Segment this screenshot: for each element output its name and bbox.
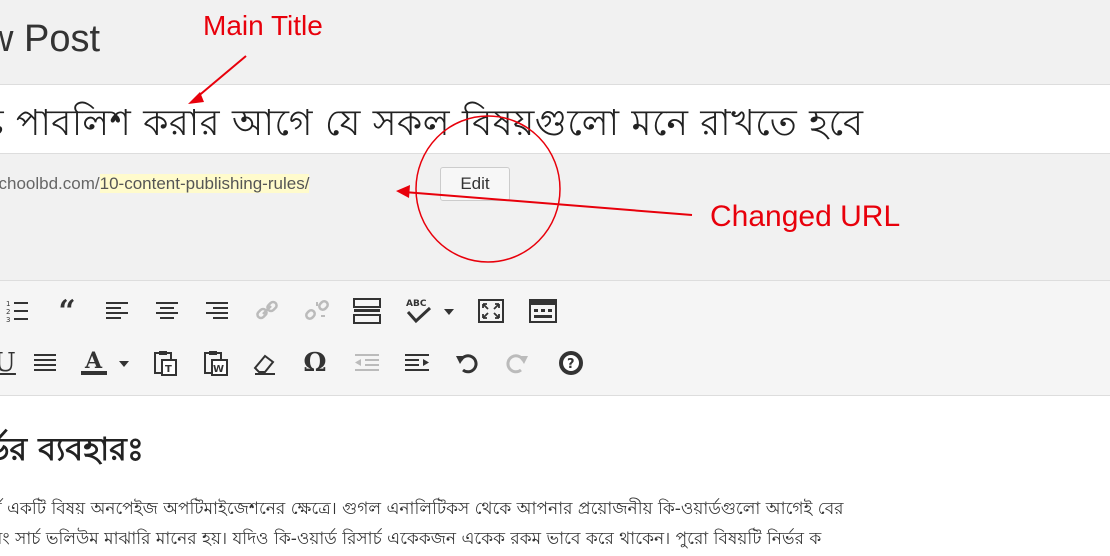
fullscreen-icon[interactable] [472, 291, 510, 331]
svg-text:?: ? [567, 357, 575, 372]
align-left-icon[interactable] [98, 291, 136, 331]
paste-word-icon[interactable]: W [196, 343, 234, 383]
svg-text:T: T [165, 364, 172, 375]
align-center-icon[interactable] [148, 291, 186, 331]
svg-text:ABC: ABC [406, 299, 427, 309]
help-icon[interactable]: ? [552, 343, 590, 383]
svg-text:3: 3 [6, 316, 10, 324]
remove-link-icon[interactable] [298, 291, 336, 331]
permalink: schoolbd.com/10-content-publishing-rules… [0, 174, 310, 194]
blockquote-icon[interactable]: “ [48, 291, 86, 331]
toolbar-toggle-icon[interactable] [524, 291, 562, 331]
page-title: w Post [0, 18, 101, 60]
undo-icon[interactable] [448, 343, 486, 383]
svg-text:1: 1 [6, 300, 10, 308]
edit-permalink-button[interactable]: Edit [440, 167, 510, 201]
align-right-icon[interactable] [198, 291, 236, 331]
justify-icon[interactable] [26, 343, 64, 383]
underline-icon[interactable]: U [0, 343, 24, 383]
changed-url-annotation: Changed URL [710, 200, 901, 233]
indent-icon[interactable] [398, 343, 436, 383]
svg-text:A: A [84, 348, 103, 374]
changed-url-arrowhead [396, 185, 410, 198]
outdent-icon[interactable] [348, 343, 386, 383]
spellcheck-icon[interactable]: ABC [400, 291, 460, 331]
main-title-annotation: Main Title [203, 10, 323, 41]
read-more-icon[interactable] [348, 291, 386, 331]
editor-toolbar: 123 “ ABC U A T W Ω ? [0, 280, 1110, 396]
omega-icon[interactable]: Ω [296, 343, 334, 383]
ordered-list-icon[interactable]: 123 [0, 291, 36, 331]
permalink-prefix: schoolbd.com/ [0, 174, 100, 193]
text-color-icon[interactable]: A [76, 343, 136, 383]
eraser-icon[interactable] [246, 343, 284, 383]
paste-text-icon[interactable]: T [146, 343, 184, 383]
insert-link-icon[interactable] [248, 291, 286, 331]
redo-icon[interactable] [498, 343, 536, 383]
permalink-slug[interactable]: 10-content-publishing-rules/ [99, 174, 310, 193]
post-title-text: ষ্ট পাবলিশ করার আগে যে সকল বিষয়গুলো মনে… [0, 103, 864, 144]
content-heading: র্ডর ব্যবহারঃ [0, 430, 144, 468]
svg-text:W: W [213, 364, 224, 375]
svg-text:2: 2 [6, 308, 10, 316]
content-paragraph-line: পুর্ন একটি বিষয় অনপেইজ অপটিমাইজেশনের ক্… [0, 499, 844, 519]
